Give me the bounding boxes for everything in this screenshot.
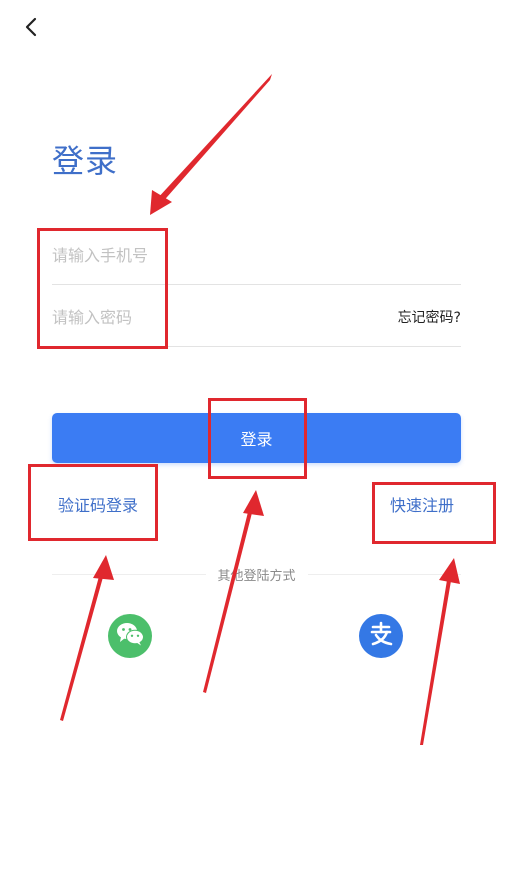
divider-line-left xyxy=(52,573,206,575)
wechat-login-button[interactable] xyxy=(108,614,152,658)
annotation-arrow-inputs xyxy=(150,74,272,215)
quick-register-link[interactable]: 快速注册 xyxy=(390,492,454,516)
other-login-label: 其他登陆方式 xyxy=(217,568,296,584)
login-button[interactable]: 登录 xyxy=(52,413,461,463)
wechat-icon xyxy=(115,621,145,651)
alipay-login-button[interactable] xyxy=(359,614,403,658)
annotation-arrow-login xyxy=(203,490,264,693)
password-field-row: 忘记密码? xyxy=(52,288,461,347)
other-login-divider: 其他登陆方式 xyxy=(52,563,462,585)
alipay-icon xyxy=(367,620,395,652)
annotation-arrow-register xyxy=(420,558,460,745)
phone-input[interactable] xyxy=(52,226,352,284)
chevron-left-icon xyxy=(24,17,38,41)
password-input[interactable] xyxy=(52,288,352,346)
sms-login-link[interactable]: 验证码登录 xyxy=(58,492,138,516)
back-button[interactable] xyxy=(18,16,44,42)
forgot-password-link[interactable]: 忘记密码? xyxy=(398,307,461,327)
phone-field-row xyxy=(52,226,461,285)
divider-line-right xyxy=(307,573,462,575)
page-title: 登录 xyxy=(52,142,119,180)
